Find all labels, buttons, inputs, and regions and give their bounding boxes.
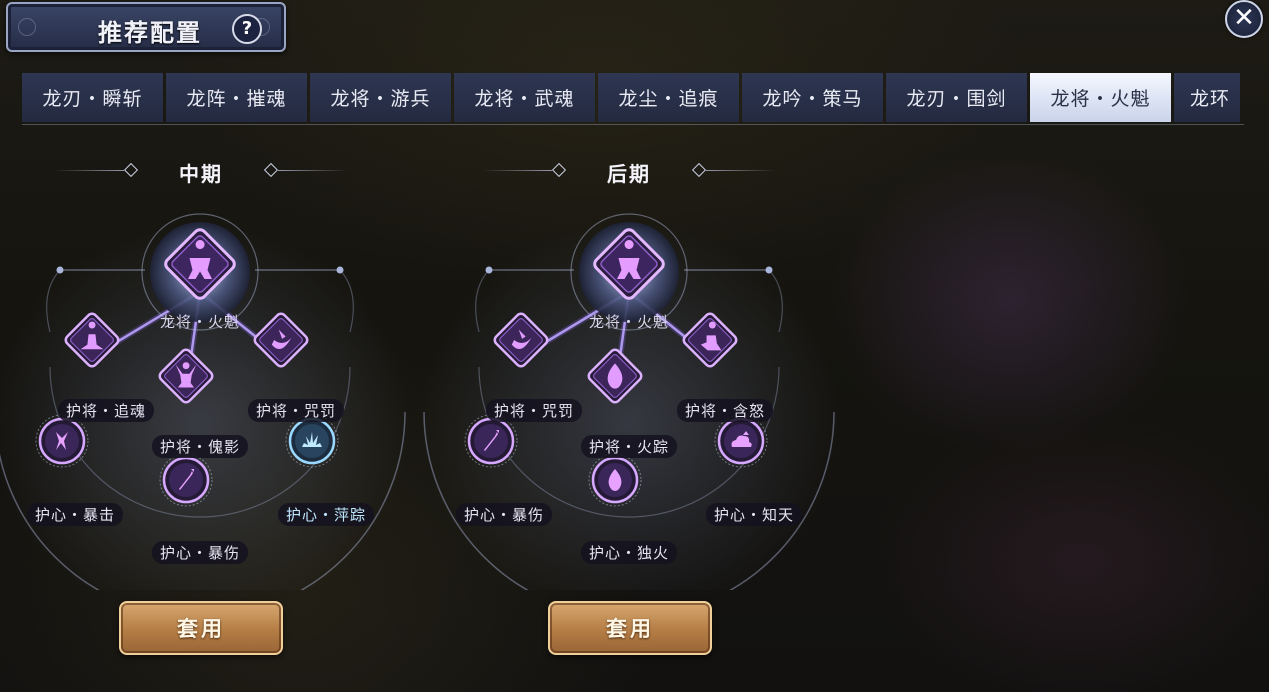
tab-longren-weijian[interactable]: 龙刃・围剑: [886, 73, 1027, 122]
tab-longjiang-wuhun[interactable]: 龙将・武魂: [454, 73, 595, 122]
core-skill-label: 龙将・火魁: [588, 313, 670, 331]
tab-longjiang-youbing[interactable]: 龙将・游兵: [310, 73, 451, 122]
page-title: 推荐配置: [98, 18, 202, 47]
tab-longren-shunzhan[interactable]: 龙刃・瞬斩: [22, 73, 163, 122]
tab-longzhen-cuihun[interactable]: 龙阵・摧魂: [166, 73, 307, 122]
guard-label: 护将・追魂: [57, 399, 155, 422]
guard-label: 护将・含怒: [676, 399, 774, 422]
heart-label: 护心・暴伤: [151, 541, 249, 564]
tab-longyin-cema[interactable]: 龙吟・策马: [742, 73, 883, 122]
config-panel-mid: 中期 龙将・火魁 护将・追魂 护将・傀影 护将・咒罚 护心・暴击 护心・暴伤 护…: [0, 150, 416, 690]
tab-longjiang-huokui[interactable]: 龙将・火魁: [1030, 73, 1171, 122]
ornament-icon: [18, 18, 36, 36]
tab-longhuan[interactable]: 龙环: [1174, 73, 1240, 122]
guard-label: 护将・咒罚: [247, 399, 345, 422]
help-button[interactable]: ?: [232, 14, 262, 44]
config-tabs: 龙刃・瞬斩 龙阵・摧魂 龙将・游兵 龙将・武魂 龙尘・追痕 龙吟・策马 龙刃・围…: [22, 73, 1244, 125]
guard-label: 护将・傀影: [151, 435, 249, 458]
heart-label: 护心・暴击: [26, 503, 124, 526]
core-skill-label: 龙将・火魁: [159, 313, 241, 331]
heart-label: 护心・独火: [580, 541, 678, 564]
guard-label: 护将・咒罚: [485, 399, 583, 422]
title-plate: 推荐配置 ?: [6, 2, 286, 52]
heart-label: 护心・萍踪: [277, 503, 375, 526]
apply-button[interactable]: 套用: [548, 601, 712, 655]
apply-button[interactable]: 套用: [119, 601, 283, 655]
guard-label: 护将・火踪: [580, 435, 678, 458]
config-panel-late: 后期 龙将・火魁 护将・咒罚 护将・火踪 护将・含怒 护心・暴伤 护心・独火 护…: [414, 150, 844, 690]
close-button[interactable]: ✕: [1225, 0, 1263, 38]
heart-label: 护心・知天: [705, 503, 803, 526]
tab-longchen-zhuihen[interactable]: 龙尘・追痕: [598, 73, 739, 122]
heart-label: 护心・暴伤: [455, 503, 553, 526]
